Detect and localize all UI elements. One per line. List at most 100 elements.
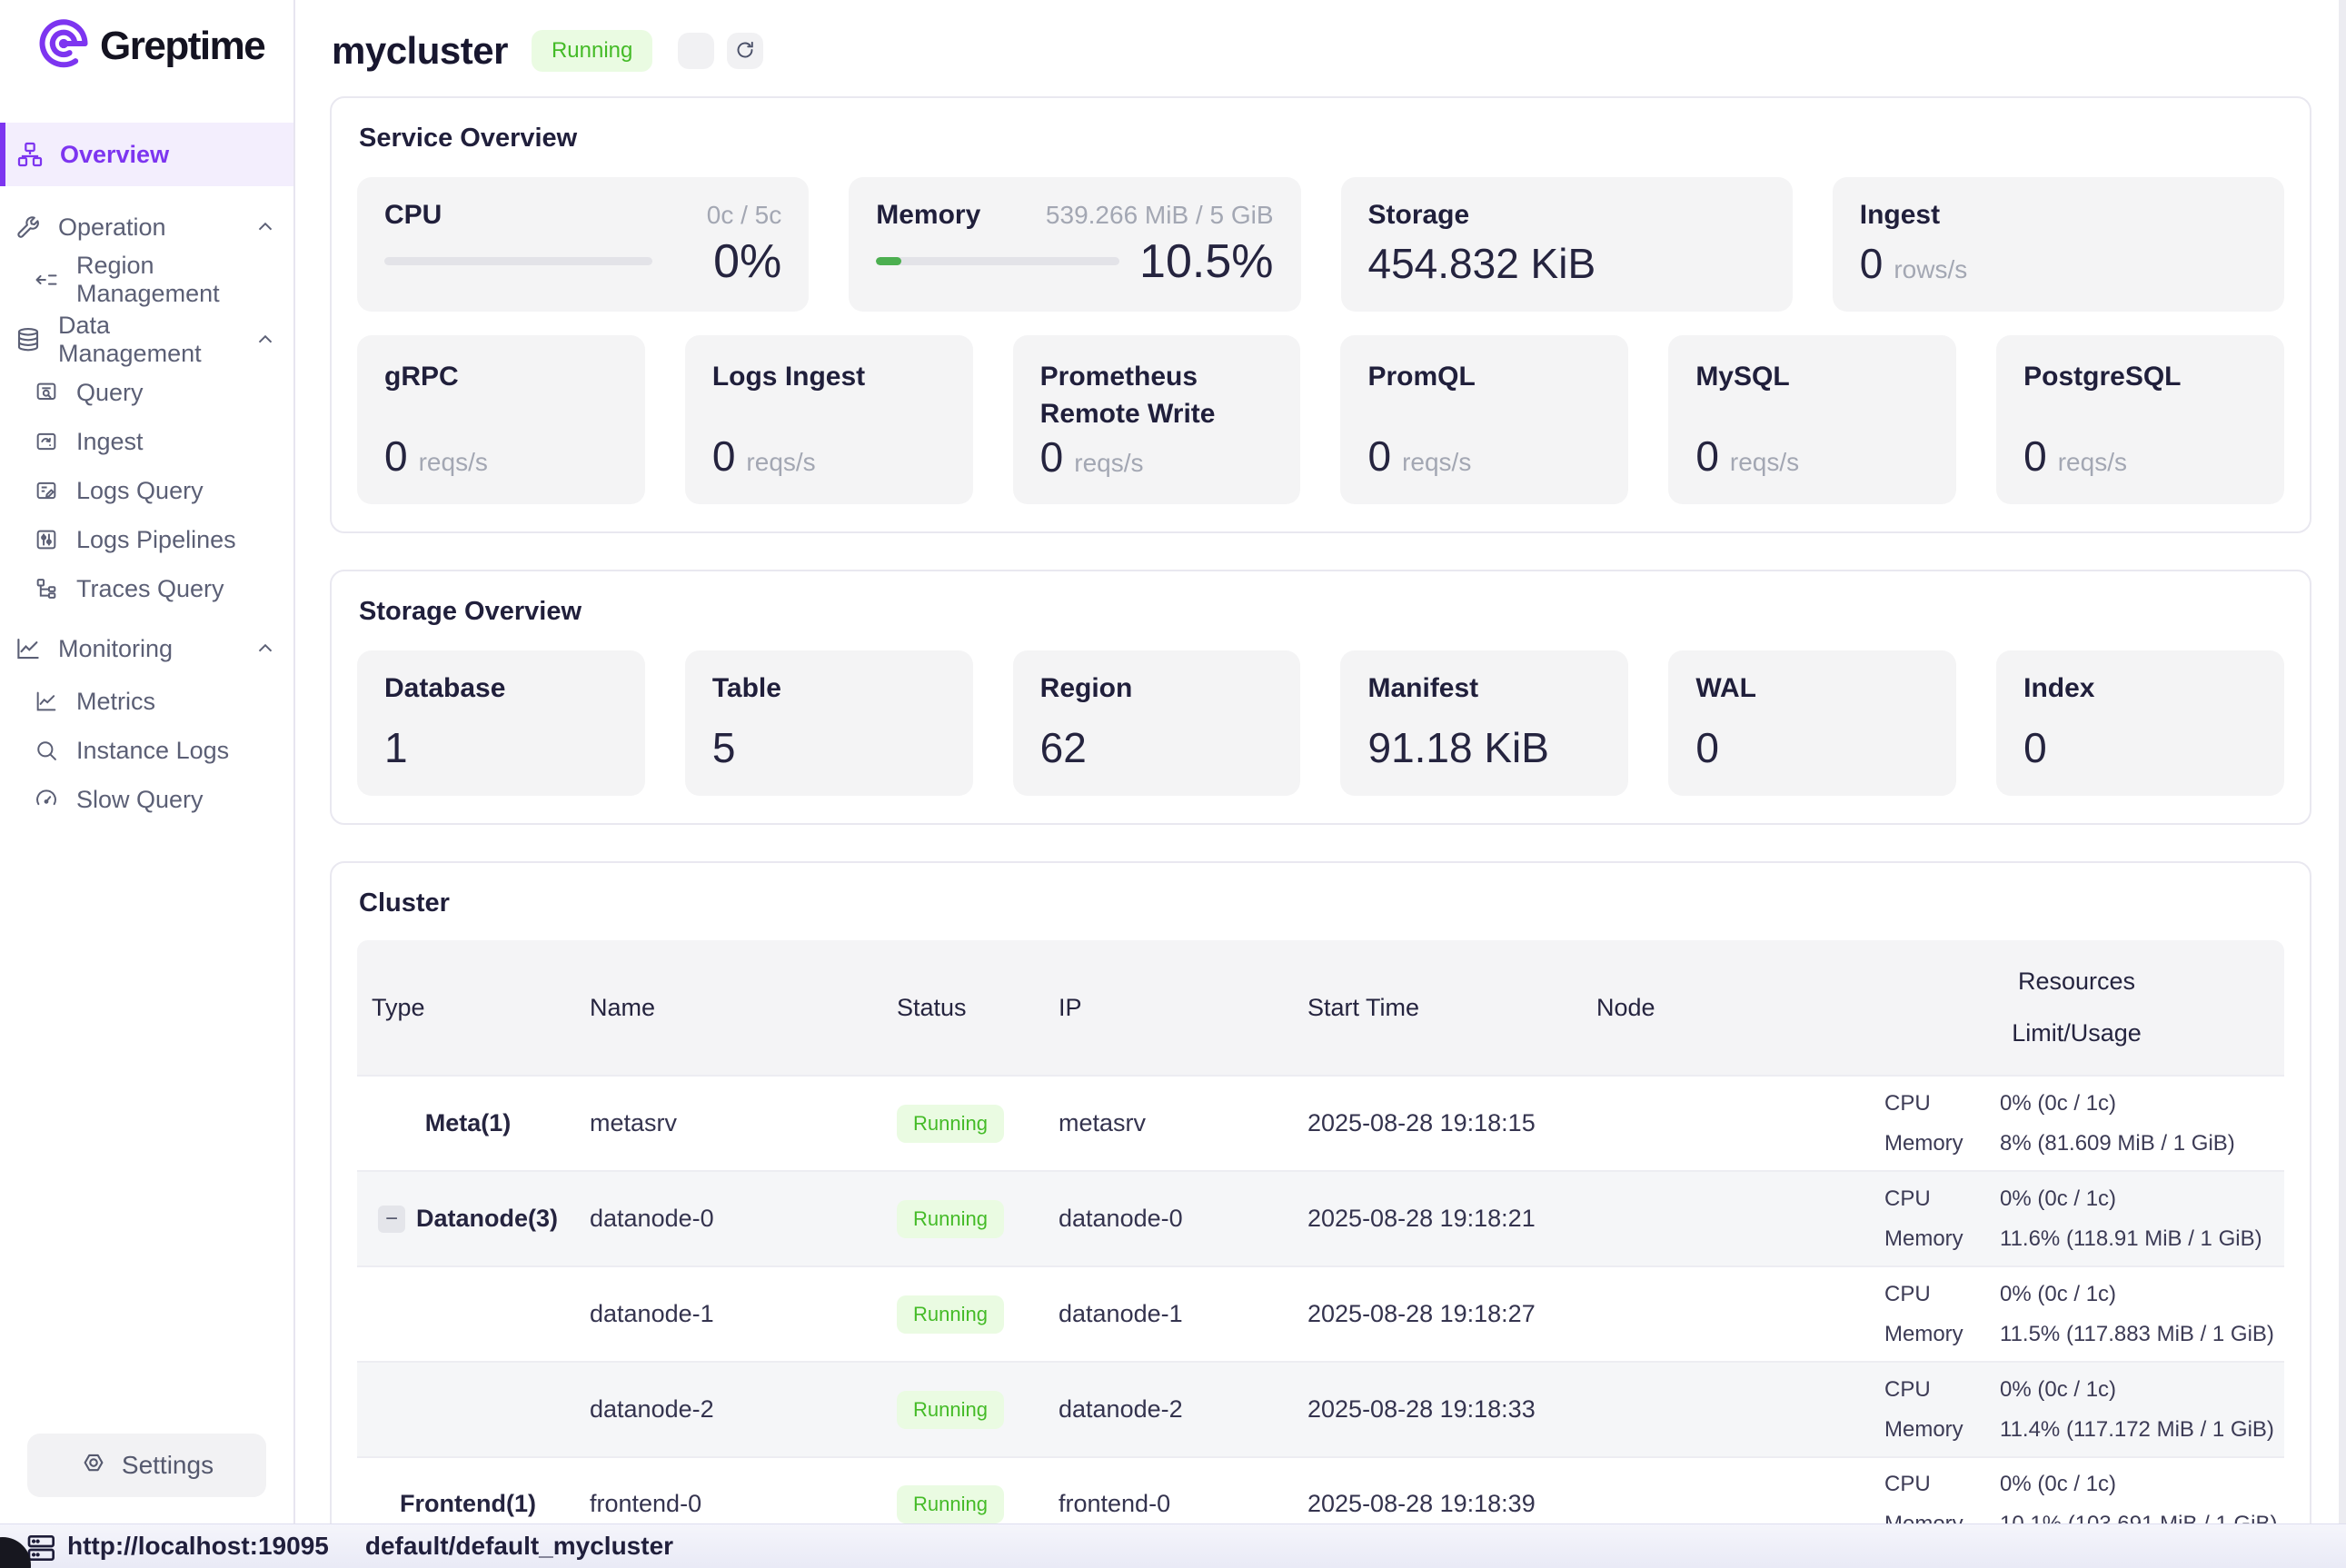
grpc-label: gRPC bbox=[384, 359, 618, 396]
settings-button[interactable]: Settings bbox=[27, 1434, 266, 1497]
brand-name: Greptime bbox=[100, 24, 264, 69]
gauge-icon bbox=[31, 787, 62, 812]
service-overview-title: Service Overview bbox=[359, 124, 2284, 154]
sidebar-item-label: Traces Query bbox=[76, 575, 224, 603]
sidebar-item-query[interactable]: Query bbox=[0, 368, 293, 417]
database-value: 1 bbox=[384, 723, 408, 772]
postgresql-label: PostgreSQL bbox=[2023, 359, 2257, 396]
header-blank-button[interactable] bbox=[678, 33, 714, 69]
cell-ip: metasrv bbox=[1051, 1109, 1298, 1137]
main-content: mycluster Running Service Overview CPU 0… bbox=[295, 0, 2346, 1568]
manifest-card: Manifest 91.18 KiB bbox=[1340, 650, 1628, 796]
column-resources: Resources Limit/Usage bbox=[1869, 940, 2284, 1075]
cell-name: metasrv bbox=[575, 1109, 888, 1137]
manifest-value: 91.18 KiB bbox=[1367, 723, 1548, 772]
sidebar-item-label: Metrics bbox=[76, 688, 155, 716]
status-badge: Running bbox=[897, 1295, 1004, 1334]
sidebar-item-label: Region Management bbox=[76, 252, 293, 308]
cell-ip: datanode-2 bbox=[1051, 1395, 1298, 1424]
sidebar-item-logs-query[interactable]: Logs Query bbox=[0, 466, 293, 515]
sidebar-item-metrics[interactable]: Metrics bbox=[0, 677, 293, 726]
memory-resource-label: Memory bbox=[1884, 1219, 1991, 1259]
database-icon bbox=[13, 326, 44, 353]
memory-resource-label: Memory bbox=[1884, 1410, 1991, 1450]
postgresql-card: PostgreSQL 0 reqs/s bbox=[1996, 335, 2284, 504]
limit-usage-header: Limit/Usage bbox=[2012, 1019, 2142, 1047]
column-status: Status bbox=[888, 994, 1051, 1022]
cell-ip: datanode-1 bbox=[1051, 1300, 1298, 1328]
cell-resource-labels: CPU Memory bbox=[1869, 1275, 1991, 1355]
table-row-meta: Meta(1) metasrv Running metasrv 2025-08-… bbox=[357, 1075, 2284, 1170]
memory-percent: 10.5% bbox=[1139, 234, 1273, 289]
memory-card: Memory 539.266 MiB / 5 GiB 10.5% bbox=[849, 177, 1300, 312]
mysql-unit: reqs/s bbox=[1730, 448, 1799, 477]
sidebar-item-logs-pipelines[interactable]: Logs Pipelines bbox=[0, 515, 293, 564]
cpu-resource-value: 0% (0c / 1c) bbox=[2000, 1179, 2284, 1219]
memory-progress-fill bbox=[876, 257, 901, 265]
page-header: mycluster Running bbox=[332, 29, 2311, 73]
database-selector[interactable]: default/default_mycluster bbox=[365, 1532, 673, 1561]
refresh-button[interactable] bbox=[727, 33, 763, 69]
collapse-datanode-button[interactable]: − bbox=[378, 1206, 405, 1233]
service-overview-panel: Service Overview CPU 0c / 5c 0% bbox=[330, 96, 2311, 533]
table-row-datanode-0: − Datanode(3) datanode-0 Running datanod… bbox=[357, 1170, 2284, 1265]
storage-card: Storage 454.832 KiB bbox=[1341, 177, 1793, 312]
sidebar-item-slow-query[interactable]: Slow Query bbox=[0, 775, 293, 824]
status-badge: Running bbox=[897, 1105, 1004, 1143]
promql-value: 0 bbox=[1367, 432, 1391, 481]
query-icon bbox=[31, 380, 62, 405]
sidebar-item-label: Operation bbox=[58, 213, 166, 242]
brand-logo[interactable]: Greptime bbox=[0, 0, 293, 75]
memory-label: Memory bbox=[876, 197, 980, 234]
sidebar-item-instance-logs[interactable]: Instance Logs bbox=[0, 726, 293, 775]
index-card: Index 0 bbox=[1996, 650, 2284, 796]
sidebar-item-label: Query bbox=[76, 379, 144, 407]
storage-label: Storage bbox=[1368, 197, 1765, 234]
status-badge: Running bbox=[897, 1200, 1004, 1238]
grpc-card: gRPC 0 reqs/s bbox=[357, 335, 645, 504]
sidebar-item-label: Slow Query bbox=[76, 786, 204, 814]
cell-ip: frontend-0 bbox=[1051, 1490, 1298, 1518]
sidebar-item-traces-query[interactable]: Traces Query bbox=[0, 564, 293, 613]
service-overview-row-1: CPU 0c / 5c 0% Memory 539.266 MiB / 5 Gi… bbox=[357, 177, 2284, 312]
sidebar-item-operation[interactable]: Operation bbox=[0, 203, 293, 252]
search-icon bbox=[31, 738, 62, 763]
cluster-table: Type Name Status IP Start Time Node Reso… bbox=[357, 940, 2284, 1552]
cell-name: datanode-2 bbox=[575, 1395, 888, 1424]
memory-limit: 539.266 MiB / 5 GiB bbox=[1046, 201, 1274, 230]
column-start-time: Start Time bbox=[1298, 994, 1582, 1022]
column-name: Name bbox=[575, 994, 888, 1022]
promql-card: PromQL 0 reqs/s bbox=[1340, 335, 1628, 504]
metrics-icon bbox=[31, 689, 62, 714]
logs-ingest-label: Logs Ingest bbox=[712, 359, 946, 396]
sidebar-item-label: Monitoring bbox=[58, 635, 173, 663]
sidebar-item-region-management[interactable]: Region Management bbox=[0, 255, 293, 304]
sidebar-item-monitoring[interactable]: Monitoring bbox=[0, 624, 293, 673]
sidebar-item-ingest[interactable]: Ingest bbox=[0, 417, 293, 466]
scrollbar[interactable] bbox=[2339, 0, 2346, 1524]
sidebar-item-label: Instance Logs bbox=[76, 737, 229, 765]
mysql-value: 0 bbox=[1695, 432, 1719, 481]
memory-resource-value: 8% (81.609 MiB / 1 GiB) bbox=[2000, 1124, 2284, 1164]
wal-label: WAL bbox=[1695, 670, 1929, 708]
cell-status: Running bbox=[888, 1485, 1051, 1523]
overview-icon bbox=[15, 140, 45, 169]
cpu-resource-label: CPU bbox=[1884, 1084, 1991, 1124]
row-type-label: Datanode(3) bbox=[416, 1205, 558, 1233]
row-type-label: Meta(1) bbox=[425, 1109, 512, 1137]
chevron-up-icon bbox=[253, 215, 277, 239]
logs-query-icon bbox=[31, 478, 62, 503]
wal-value: 0 bbox=[1695, 723, 1719, 772]
traces-icon bbox=[31, 576, 62, 601]
server-url[interactable]: http://localhost:19095 bbox=[67, 1532, 329, 1561]
sidebar-item-data-management[interactable]: Data Management bbox=[0, 315, 293, 364]
cell-name: datanode-0 bbox=[575, 1205, 888, 1233]
cell-type: − Datanode(3) bbox=[357, 1205, 575, 1233]
cell-start-time: 2025-08-28 19:18:21 bbox=[1298, 1205, 1582, 1233]
postgresql-unit: reqs/s bbox=[2058, 448, 2127, 477]
cpu-limit: 0c / 5c bbox=[707, 201, 781, 230]
cluster-panel-title: Cluster bbox=[359, 888, 2284, 918]
sidebar-item-overview[interactable]: Overview bbox=[0, 123, 293, 186]
row-type-label: Frontend(1) bbox=[400, 1490, 536, 1518]
cell-type: Frontend(1) bbox=[357, 1490, 575, 1518]
